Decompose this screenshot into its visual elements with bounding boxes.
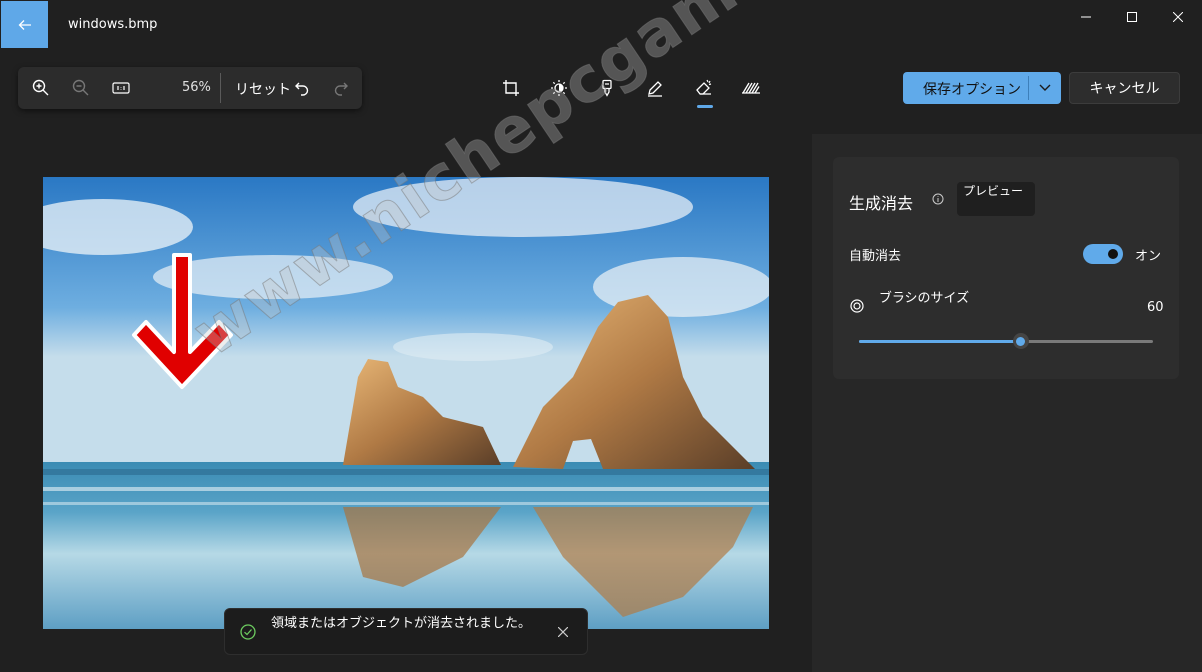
window-title: windows.bmp	[68, 17, 158, 32]
auto-erase-toggle[interactable]	[1083, 244, 1123, 264]
zoom-in-icon	[32, 79, 49, 96]
minimize-icon	[1081, 16, 1091, 18]
save-button-divider	[1028, 76, 1029, 100]
brightness-icon	[551, 80, 567, 96]
zoom-in-button[interactable]	[30, 77, 52, 99]
zoom-toolbar: 56% リセット	[18, 67, 362, 109]
reset-button[interactable]: リセット	[235, 79, 291, 99]
markup-icon	[648, 81, 662, 97]
background-icon	[742, 82, 760, 94]
close-icon	[558, 627, 568, 637]
undo-button[interactable]	[291, 77, 313, 99]
crop-icon	[503, 80, 519, 96]
active-tool-indicator	[697, 105, 713, 108]
toolbar-divider	[220, 73, 221, 103]
actual-size-icon	[112, 82, 130, 94]
maximize-button[interactable]	[1109, 6, 1155, 28]
toggle-knob	[1108, 249, 1118, 259]
undo-icon	[295, 82, 309, 96]
adjust-tool[interactable]	[547, 76, 571, 100]
brush-size-icon	[850, 299, 864, 313]
slider-thumb[interactable]	[1012, 333, 1029, 349]
back-arrow-icon	[18, 19, 31, 30]
zoom-percentage: 56%	[182, 80, 211, 95]
markup-tool[interactable]	[643, 76, 667, 100]
retouch-icon	[602, 79, 612, 97]
redo-button[interactable]	[330, 77, 352, 99]
brush-size-slider[interactable]	[859, 333, 1153, 349]
erase-icon	[696, 79, 712, 95]
chevron-down-icon[interactable]	[1037, 80, 1053, 96]
landscape-image	[43, 177, 769, 629]
redo-icon	[334, 82, 348, 96]
auto-erase-state: オン	[1135, 249, 1162, 264]
background-tool[interactable]	[739, 76, 763, 100]
generative-erase-tool[interactable]	[692, 76, 716, 100]
info-icon[interactable]	[932, 193, 944, 205]
zoom-out-icon	[72, 79, 89, 96]
check-circle-icon	[240, 624, 256, 640]
save-options-button[interactable]: 保存オプション	[903, 72, 1061, 104]
actual-size-button[interactable]	[110, 77, 132, 99]
close-window-button[interactable]	[1155, 6, 1201, 28]
zoom-out-button[interactable]	[70, 77, 92, 99]
retouch-tool[interactable]	[595, 76, 619, 100]
toast-close-button[interactable]	[555, 624, 571, 640]
photo-canvas[interactable]	[43, 177, 769, 629]
save-options-label: 保存オプション	[923, 82, 1021, 98]
crop-tool[interactable]	[499, 76, 523, 100]
brush-size-value: 60	[1147, 300, 1164, 315]
title-bar: windows.bmp	[0, 0, 1202, 48]
back-button[interactable]	[1, 1, 48, 48]
panel-title: 生成消去	[849, 194, 914, 213]
brush-size-label: ブラシのサイズ	[878, 291, 970, 306]
preview-badge: プレビュー	[957, 182, 1035, 216]
slider-fill	[859, 340, 1021, 343]
auto-erase-label: 自動消去	[849, 249, 902, 264]
cancel-button[interactable]: キャンセル	[1069, 72, 1180, 104]
minimize-button[interactable]	[1063, 6, 1109, 28]
maximize-icon	[1127, 12, 1137, 22]
toast-message: 領域またはオブジェクトが消去されました。	[271, 616, 532, 631]
close-icon	[1173, 12, 1183, 22]
toast-notification: 領域またはオブジェクトが消去されました。	[224, 608, 588, 655]
